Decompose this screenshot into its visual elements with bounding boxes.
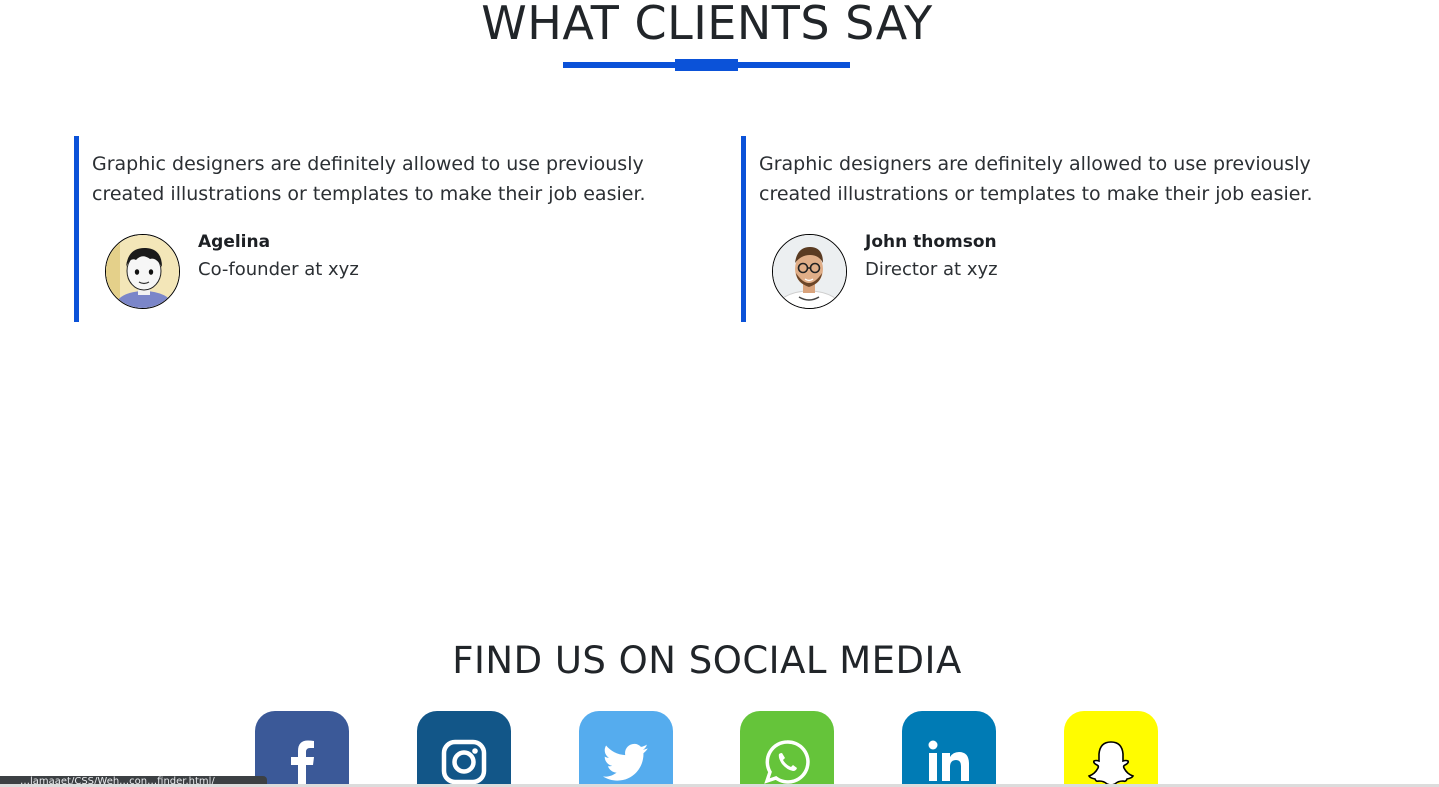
twitter-link[interactable] [579, 711, 673, 787]
cartoon-girl-avatar [105, 234, 180, 309]
page: WHAT CLIENTS SAY Graphic designers are d… [0, 0, 1439, 787]
snapchat-icon [1087, 741, 1135, 786]
man-with-glasses-avatar [772, 234, 847, 309]
social-section-title: FIND US ON SOCIAL MEDIA [452, 639, 962, 682]
testimonial-card: Graphic designers are definitely allowed… [74, 136, 699, 322]
client-role: Co-founder at xyz [198, 259, 359, 280]
testimonial-quote: Graphic designers are definitely allowed… [92, 153, 646, 205]
linkedin-link[interactable] [902, 711, 996, 787]
linkedin-icon [928, 740, 969, 781]
testimonial-quote: Graphic designers are definitely allowed… [759, 153, 1313, 205]
title-underline-accent [675, 59, 738, 71]
instagram-icon [441, 739, 487, 785]
client-name: John thomson [865, 232, 997, 252]
facebook-link[interactable] [255, 711, 349, 787]
facebook-icon [291, 740, 314, 787]
whatsapp-icon [764, 740, 810, 784]
snapchat-link[interactable] [1064, 711, 1158, 787]
clients-section-title: WHAT CLIENTS SAY [481, 0, 933, 50]
twitter-icon [603, 743, 649, 781]
client-name: Agelina [198, 232, 271, 252]
instagram-link[interactable] [417, 711, 511, 787]
testimonial-card: Graphic designers are definitely allowed… [741, 136, 1366, 322]
whatsapp-link[interactable] [740, 711, 834, 787]
client-role: Director at xyz [865, 259, 998, 280]
